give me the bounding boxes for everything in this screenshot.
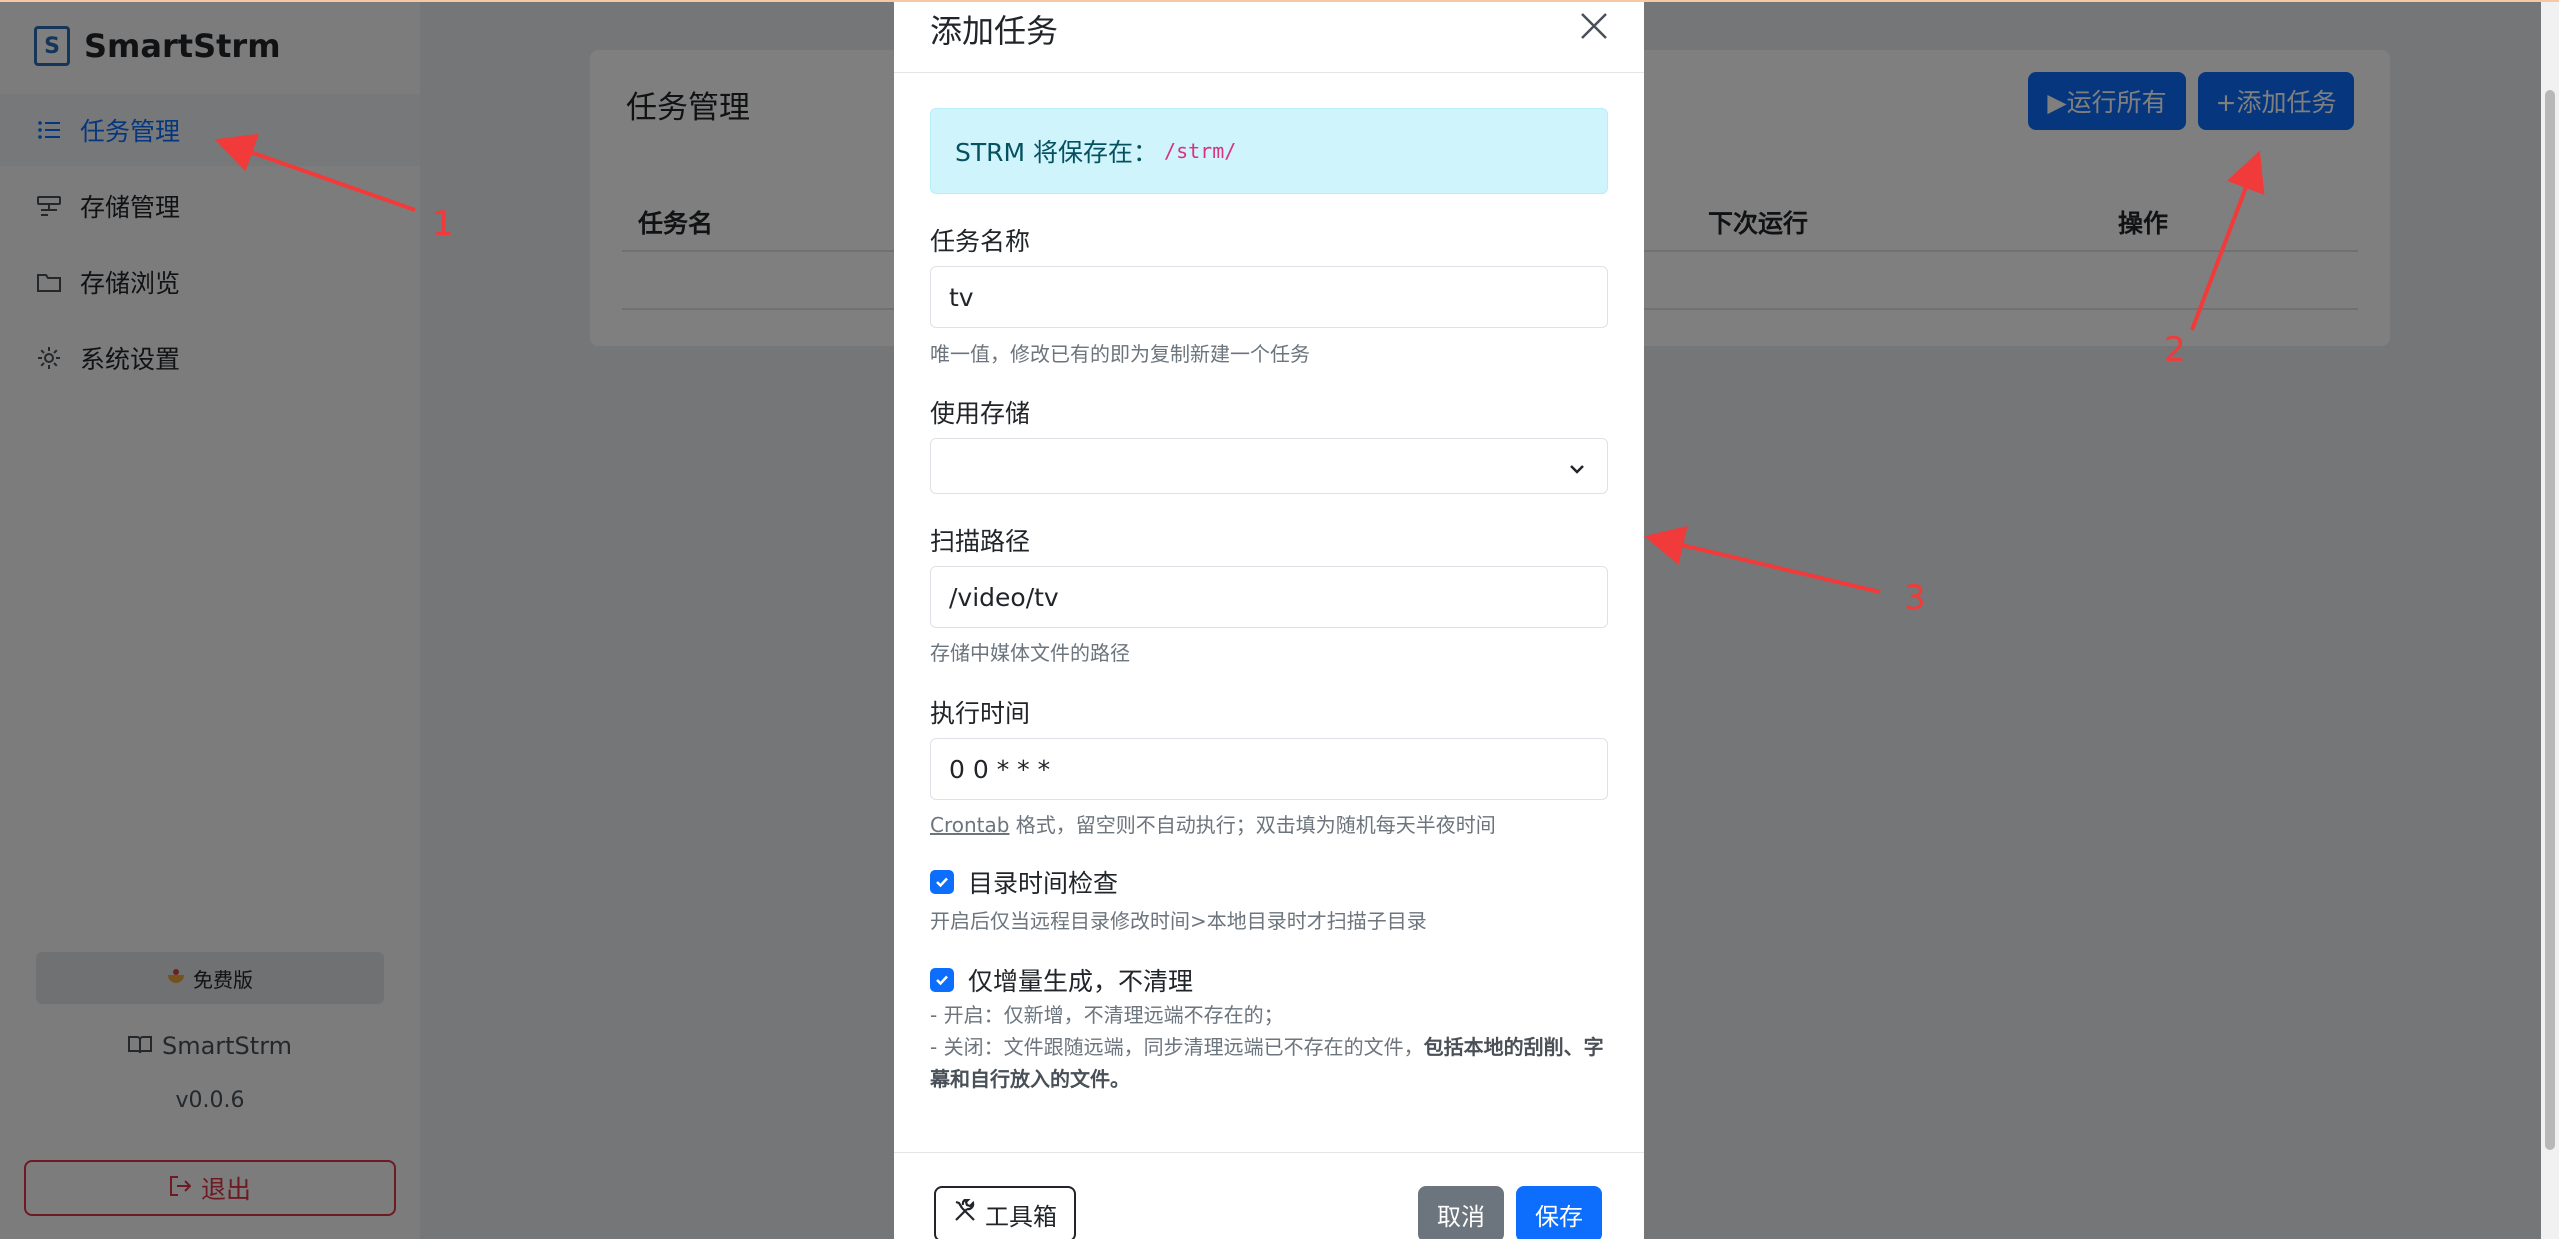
dir-time-check-help: 开启后仅当远程目录修改时间>本地目录时才扫描子目录 [930, 909, 1427, 933]
annotation-arrow-3 [1644, 525, 1881, 594]
cancel-button[interactable]: 取消 [1418, 1186, 1504, 1239]
toolbox-label: 工具箱 [985, 1202, 1057, 1231]
scan-path-input[interactable]: /video/tv [930, 566, 1608, 628]
schedule-help: Crontab 格式，留空则不自动执行；双击填为随机每天半夜时间 [930, 809, 1496, 838]
annotation-arrow-1 [214, 133, 416, 212]
scan-path-label: 扫描路径 [930, 527, 1031, 556]
chevron-down-icon [1565, 457, 1589, 481]
task-name-input[interactable]: tv [930, 266, 1608, 328]
task-name-help: 唯一值，修改已有的即为复制新建一个任务 [930, 342, 1310, 366]
annotation-label-2: 2 [2164, 330, 2186, 370]
page-scrollbar[interactable] [2541, 0, 2559, 1239]
info-path: /strm/ [1164, 139, 1237, 163]
top-border [0, 0, 2559, 2]
toolbox-button[interactable]: 工具箱 [934, 1186, 1076, 1239]
schedule-input[interactable]: 0 0 * * * [930, 738, 1608, 800]
annotation-label-3: 3 [1904, 578, 1926, 618]
incremental-help: - 开启：仅新增，不清理远端不存在的； - 关闭：文件跟随远端，同步清理远端已不… [930, 999, 1610, 1095]
storage-label: 使用存储 [930, 399, 1031, 428]
annotation-arrow-2 [2190, 150, 2265, 331]
task-name-label: 任务名称 [930, 227, 1031, 256]
incremental-check[interactable]: 仅增量生成，不清理 [930, 962, 1193, 998]
incremental-help-text: - 关闭：文件跟随远端，同步清理远端已不存在的文件， [930, 1035, 1424, 1059]
strm-path-info: STRM 将保存在： /strm/ [930, 108, 1608, 194]
incremental-help-line: - 开启：仅新增，不清理远端不存在的； [930, 1003, 1284, 1027]
scrollbar-thumb[interactable] [2545, 90, 2555, 1150]
add-task-modal: 添加任务 STRM 将保存在： /strm/ 任务名称 tv 唯一值，修改已有的… [894, 0, 1644, 1239]
checkbox-checked-icon[interactable] [930, 968, 954, 992]
schedule-label: 执行时间 [930, 699, 1031, 728]
incremental-check-label: 仅增量生成，不清理 [968, 967, 1194, 996]
dir-time-check-label: 目录时间检查 [968, 869, 1119, 898]
dir-time-check[interactable]: 目录时间检查 [930, 864, 1118, 900]
modal-title: 添加任务 [930, 12, 1059, 50]
storage-select[interactable] [930, 438, 1608, 494]
save-button[interactable]: 保存 [1516, 1186, 1602, 1239]
incremental-help-line: - 关闭：文件跟随远端，同步清理远端已不存在的文件，包括本地的刮削、字幕和自行放… [930, 1031, 1610, 1095]
scan-path-help: 存储中媒体文件的路径 [930, 641, 1130, 665]
checkbox-checked-icon[interactable] [930, 870, 954, 894]
modal-header: 添加任务 [894, 0, 1644, 73]
tools-icon [953, 1197, 977, 1229]
crontab-link[interactable]: Crontab [930, 813, 1009, 837]
annotation-label-1: 1 [432, 204, 454, 244]
schedule-help-text: 格式，留空则不自动执行；双击填为随机每天半夜时间 [1009, 813, 1496, 837]
info-text: STRM 将保存在： [955, 138, 1159, 167]
close-icon[interactable] [1574, 6, 1614, 46]
